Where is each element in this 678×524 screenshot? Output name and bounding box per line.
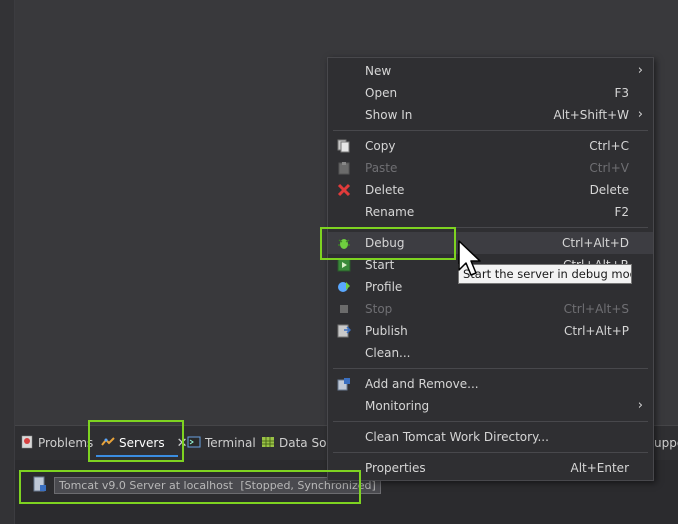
stop-icon — [337, 302, 351, 316]
menu-item-shortcut: F3 — [614, 86, 629, 100]
chevron-right-icon: › — [637, 398, 643, 413]
problems-icon — [20, 435, 34, 452]
tab-label: uppo — [654, 436, 678, 450]
tab-support[interactable]: uppo — [654, 432, 678, 454]
menu-item-shortcut: Delete — [589, 183, 629, 197]
terminal-icon — [187, 435, 201, 452]
paste-icon — [337, 161, 351, 175]
menu-item-clean-tomcat-work-dir[interactable]: Clean Tomcat Work Directory... — [328, 426, 653, 448]
menu-item-properties[interactable]: Properties Alt+Enter — [328, 457, 653, 479]
tab-servers[interactable]: Servers ✕ — [101, 432, 188, 454]
data-source-icon — [261, 435, 275, 452]
menu-item-debug[interactable]: Debug Ctrl+Alt+D — [328, 232, 653, 254]
menu-item-rename[interactable]: Rename F2 — [328, 201, 653, 223]
menu-item-shortcut: Ctrl+Alt+S — [563, 302, 629, 316]
tab-label: Data Sou — [279, 436, 335, 450]
menu-item-label: Rename — [365, 205, 415, 219]
menu-item-copy[interactable]: Copy Ctrl+C — [328, 135, 653, 157]
mouse-cursor-icon — [458, 240, 481, 276]
menu-item-shortcut: Ctrl+V — [589, 161, 629, 175]
menu-item-new[interactable]: New › — [328, 60, 653, 82]
menu-separator — [333, 452, 648, 453]
server-icon — [32, 476, 48, 495]
publish-icon — [337, 324, 351, 338]
menu-item-add-remove[interactable]: Add and Remove... — [328, 373, 653, 395]
profile-icon — [337, 280, 351, 294]
menu-item-shortcut: Alt+Shift+W — [553, 108, 630, 122]
menu-item-label: New — [365, 64, 392, 78]
menu-separator — [333, 227, 648, 228]
menu-item-publish[interactable]: Publish Ctrl+Alt+P — [328, 320, 653, 342]
active-tab-indicator — [96, 455, 178, 457]
menu-item-label: Monitoring — [365, 399, 430, 413]
menu-separator — [333, 421, 648, 422]
tab-label: Terminal — [205, 436, 256, 450]
menu-item-label: Add and Remove... — [365, 377, 479, 391]
tab-terminal[interactable]: Terminal — [187, 432, 256, 454]
menu-item-shortcut: Ctrl+Alt+P — [564, 324, 629, 338]
menu-item-clean[interactable]: Clean... — [328, 342, 653, 364]
menu-item-stop[interactable]: Stop Ctrl+Alt+S — [328, 298, 653, 320]
menu-item-shortcut: Alt+Enter — [570, 461, 629, 475]
menu-item-label: Publish — [365, 324, 408, 338]
menu-separator — [333, 130, 648, 131]
chevron-right-icon: › — [637, 63, 643, 78]
debug-tooltip: Start the server in debug mode — [458, 264, 632, 284]
menu-item-open[interactable]: Open F3 — [328, 82, 653, 104]
menu-item-label: Debug — [365, 236, 405, 250]
menu-item-label: Profile — [365, 280, 403, 294]
menu-item-shortcut: Ctrl+C — [589, 139, 629, 153]
delete-icon — [337, 183, 351, 197]
menu-item-label: Clean Tomcat Work Directory... — [365, 430, 549, 444]
menu-item-shortcut: F2 — [614, 205, 629, 219]
servers-icon — [101, 435, 115, 452]
add-remove-icon — [337, 377, 351, 391]
chevron-right-icon: › — [637, 107, 643, 122]
tab-label: Problems — [38, 436, 94, 450]
close-icon[interactable]: ✕ — [177, 436, 188, 451]
menu-item-paste[interactable]: Paste Ctrl+V — [328, 157, 653, 179]
tab-data-source[interactable]: Data Sou — [261, 432, 334, 454]
left-gutter — [0, 0, 15, 524]
menu-item-label: Paste — [365, 161, 398, 175]
menu-item-label: Properties — [365, 461, 426, 475]
start-icon — [337, 258, 351, 272]
menu-item-shortcut: Ctrl+Alt+D — [562, 236, 629, 250]
copy-icon — [337, 139, 351, 153]
tab-problems[interactable]: Problems — [20, 432, 93, 454]
server-name: Tomcat v9.0 Server at localhost — [59, 478, 233, 492]
menu-item-delete[interactable]: Delete Delete — [328, 179, 653, 201]
menu-item-monitoring[interactable]: Monitoring › — [328, 395, 653, 417]
menu-item-label: Copy — [365, 139, 396, 153]
menu-separator — [333, 368, 648, 369]
debug-bug-icon — [337, 236, 351, 250]
menu-item-label: Delete — [365, 183, 405, 197]
tab-label: Servers — [119, 436, 165, 450]
menu-item-label: Show In — [365, 108, 413, 122]
menu-item-label: Clean... — [365, 346, 411, 360]
menu-item-show-in[interactable]: Show In Alt+Shift+W › — [328, 104, 653, 126]
menu-item-label: Start — [365, 258, 395, 272]
menu-item-label: Stop — [365, 302, 393, 316]
menu-item-label: Open — [365, 86, 398, 100]
